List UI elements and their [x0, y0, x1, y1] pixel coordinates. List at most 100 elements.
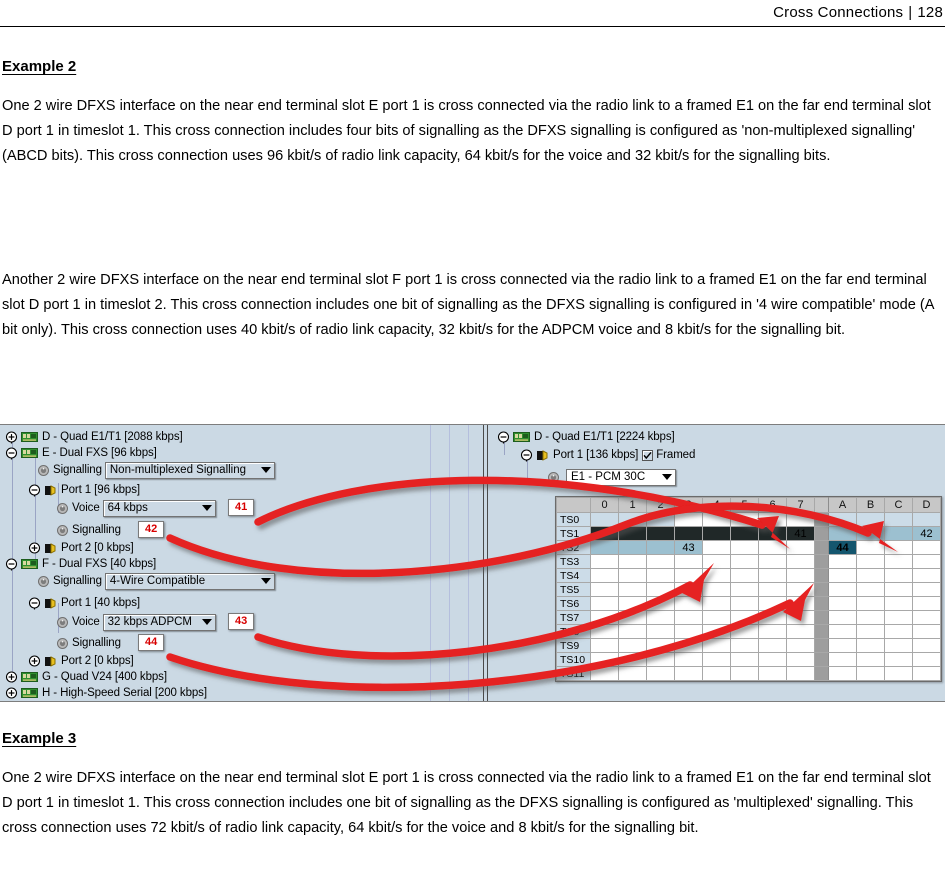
timeslot-cell[interactable]: [758, 540, 787, 555]
timeslot-cell[interactable]: [618, 666, 647, 681]
timeslot-cell[interactable]: [912, 610, 941, 625]
timeslot-cell[interactable]: [646, 554, 675, 569]
expand-plus-icon[interactable]: [5, 430, 18, 444]
timeslot-cell[interactable]: [646, 582, 675, 597]
timeslot-cell[interactable]: [758, 652, 787, 667]
timeslot-cell[interactable]: [828, 554, 857, 569]
timeslot-cell[interactable]: [730, 638, 759, 653]
timeslot-cell[interactable]: [856, 512, 885, 527]
tree-node-port2-f[interactable]: Port 2 [0 kbps]: [28, 653, 134, 669]
timeslot-cell[interactable]: [856, 582, 885, 597]
timeslot-cell[interactable]: [618, 582, 647, 597]
tree-node-e-dual-fxs[interactable]: E - Dual FXS [96 kbps]: [5, 445, 157, 461]
timeslot-cell[interactable]: 41: [786, 526, 815, 541]
timeslot-cell[interactable]: [758, 624, 787, 639]
expand-plus-icon[interactable]: [5, 686, 18, 700]
timeslot-cell[interactable]: [786, 540, 815, 555]
timeslot-cell[interactable]: [758, 610, 787, 625]
timeslot-cell[interactable]: [786, 568, 815, 583]
timeslot-cell[interactable]: [646, 638, 675, 653]
timeslot-cell[interactable]: [912, 582, 941, 597]
timeslot-cell[interactable]: [674, 526, 703, 541]
timeslot-cell[interactable]: [618, 624, 647, 639]
timeslot-cell[interactable]: 44: [828, 540, 857, 555]
timeslot-cell[interactable]: [590, 582, 619, 597]
timeslot-cell[interactable]: [912, 652, 941, 667]
timeslot-cell[interactable]: [618, 652, 647, 667]
signalling-mode-select-f[interactable]: 4-Wire Compatible: [104, 572, 275, 590]
collapse-minus-icon[interactable]: [28, 483, 41, 497]
timeslot-cell[interactable]: [884, 666, 913, 681]
timeslot-cell[interactable]: [646, 526, 675, 541]
timeslot-cell[interactable]: [786, 666, 815, 681]
timeslot-cell[interactable]: [730, 666, 759, 681]
timeslot-cell[interactable]: [884, 512, 913, 527]
collapse-minus-icon[interactable]: [497, 430, 510, 444]
timeslot-cell[interactable]: [786, 582, 815, 597]
timeslot-cell[interactable]: [702, 624, 731, 639]
timeslot-cell[interactable]: [646, 512, 675, 527]
timeslot-cell[interactable]: [702, 554, 731, 569]
timeslot-cell[interactable]: [884, 638, 913, 653]
timeslot-cell[interactable]: [786, 610, 815, 625]
timeslot-cell[interactable]: [646, 666, 675, 681]
tree-node-h-high-speed-serial[interactable]: H - High-Speed Serial [200 kbps]: [5, 685, 207, 701]
timeslot-cell[interactable]: [674, 652, 703, 667]
timeslot-cell[interactable]: [758, 554, 787, 569]
timeslot-cell[interactable]: [758, 596, 787, 611]
timeslot-cell[interactable]: [590, 568, 619, 583]
timeslot-cell[interactable]: [828, 666, 857, 681]
timeslot-cell[interactable]: [912, 568, 941, 583]
timeslot-cell[interactable]: [702, 568, 731, 583]
timeslot-cell[interactable]: [912, 638, 941, 653]
timeslot-cell[interactable]: [884, 610, 913, 625]
timeslot-cell[interactable]: [730, 540, 759, 555]
timeslot-cell[interactable]: [856, 568, 885, 583]
timeslot-cell[interactable]: [884, 526, 913, 541]
timeslot-cell[interactable]: [730, 568, 759, 583]
timeslot-cell[interactable]: [856, 596, 885, 611]
timeslot-cell[interactable]: [884, 652, 913, 667]
timeslot-cell[interactable]: [828, 652, 857, 667]
timeslot-cell[interactable]: [674, 624, 703, 639]
timeslot-cell[interactable]: [702, 666, 731, 681]
timeslot-cell[interactable]: [618, 610, 647, 625]
tree-node-port1-e[interactable]: Port 1 [96 kbps]: [28, 482, 140, 498]
timeslot-cell[interactable]: [674, 568, 703, 583]
timeslot-cell[interactable]: [856, 540, 885, 555]
tree-node-f-dual-fxs[interactable]: F - Dual FXS [40 kbps]: [5, 556, 156, 572]
timeslot-cell[interactable]: [856, 554, 885, 569]
timeslot-cell[interactable]: [590, 624, 619, 639]
timeslot-cell[interactable]: [912, 624, 941, 639]
timeslot-cell[interactable]: [702, 652, 731, 667]
timeslot-cell[interactable]: [758, 512, 787, 527]
timeslot-cell[interactable]: [646, 624, 675, 639]
timeslot-cell[interactable]: [828, 638, 857, 653]
timeslot-cell[interactable]: [828, 624, 857, 639]
collapse-minus-icon[interactable]: [520, 448, 533, 462]
tree-node-d-quad-e1t1[interactable]: D - Quad E1/T1 [2088 kbps]: [5, 429, 183, 445]
timeslot-cell[interactable]: [912, 554, 941, 569]
timeslot-cell[interactable]: [786, 638, 815, 653]
timeslot-cell[interactable]: [828, 526, 857, 541]
tree-node-voice-e[interactable]: Voice 64 kbps: [56, 499, 216, 517]
timeslot-cell[interactable]: [730, 610, 759, 625]
timeslot-cell[interactable]: [856, 526, 885, 541]
expand-plus-icon[interactable]: [5, 670, 18, 684]
tree-node-g-quad-v24[interactable]: G - Quad V24 [400 kbps]: [5, 669, 167, 685]
timeslot-cell[interactable]: [828, 512, 857, 527]
timeslot-cell[interactable]: [828, 582, 857, 597]
timeslot-cell[interactable]: [674, 610, 703, 625]
timeslot-cell[interactable]: [730, 624, 759, 639]
collapse-minus-icon[interactable]: [28, 596, 41, 610]
far-framing-row[interactable]: E1 - PCM 30C: [547, 468, 676, 486]
timeslot-cell[interactable]: [590, 610, 619, 625]
timeslot-cell[interactable]: [856, 610, 885, 625]
timeslot-cell[interactable]: [912, 596, 941, 611]
timeslot-cell[interactable]: [730, 512, 759, 527]
tree-node-signalling-e[interactable]: Signalling Non-multiplexed Signalling: [37, 461, 275, 479]
voice-rate-select-f[interactable]: 32 kbps ADPCM: [102, 613, 216, 631]
framing-type-select[interactable]: E1 - PCM 30C: [566, 468, 676, 486]
timeslot-cell[interactable]: [786, 596, 815, 611]
expand-plus-icon[interactable]: [28, 541, 41, 555]
